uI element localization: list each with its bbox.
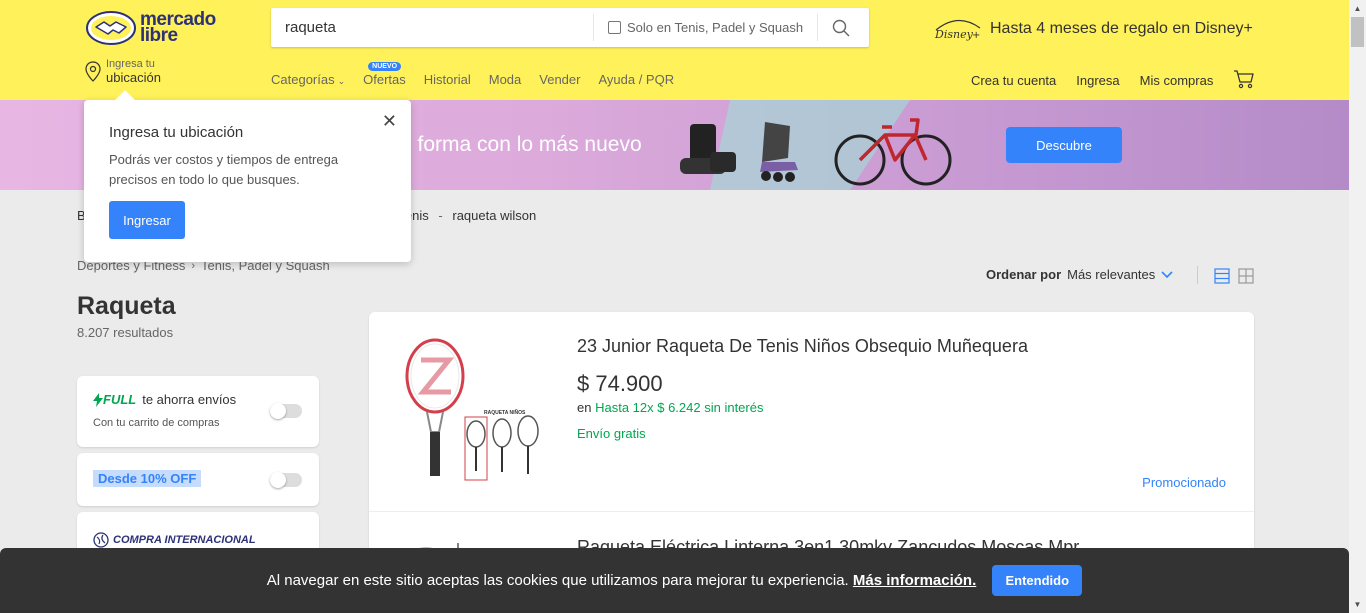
popup-title: Ingresa tu ubicación xyxy=(109,124,244,141)
disney-promo[interactable]: Disney + Hasta 4 meses de regalo en Disn… xyxy=(932,16,1253,42)
svg-text:Disney: Disney xyxy=(934,28,974,41)
discount-toggle[interactable] xyxy=(270,472,302,488)
sort-value: Más relevantes xyxy=(1067,267,1156,282)
full-subtitle: Con tu carrito de compras xyxy=(93,417,220,429)
results-count: 8.207 resultados xyxy=(77,325,174,340)
grid-view-icon[interactable] xyxy=(1238,268,1254,284)
installments-value: Hasta 12x $ 6.242 sin interés xyxy=(595,400,764,415)
purchases-link[interactable]: Mis compras xyxy=(1140,73,1214,88)
location-selector[interactable]: Ingresa tu ubicación xyxy=(84,58,161,86)
list-item[interactable]: RAQUETA NIÑOS 23 Junior Raqueta De Tenis… xyxy=(369,312,1254,512)
fitness-products-image xyxy=(680,100,952,190)
sort-dropdown[interactable]: Ordenar por Más relevantes xyxy=(986,267,1173,282)
nav-ofertas-label: Ofertas xyxy=(363,72,406,87)
full-logo: FULL xyxy=(93,392,136,407)
chevron-down-icon xyxy=(1161,270,1173,278)
discount-filter[interactable]: Desde 10% OFF xyxy=(77,453,319,506)
breadcrumb-separator: - xyxy=(438,208,443,223)
popup-text: Podrás ver costos y tiempos de entrega p… xyxy=(109,152,339,187)
full-row: FULL te ahorra envíos xyxy=(93,392,236,407)
signup-link[interactable]: Crea tu cuenta xyxy=(971,73,1056,88)
logo-text: mercado libre xyxy=(140,10,216,46)
cookie-accept-button[interactable]: Entendido xyxy=(992,565,1083,596)
page-title: Raqueta xyxy=(77,292,176,320)
lightning-icon xyxy=(93,392,103,407)
cookie-more-info-link[interactable]: Más información. xyxy=(853,572,976,589)
installments-prefix: en xyxy=(577,400,592,415)
logo-line2: libre xyxy=(140,25,178,46)
main-nav: Categorías ⌄ NUEVO Ofertas Historial Moda … xyxy=(271,62,692,87)
disney-plus-logo-icon: Disney + xyxy=(934,19,980,41)
chevron-down-icon: ⌄ xyxy=(337,76,346,86)
nav-moda[interactable]: Moda xyxy=(489,72,522,87)
location-small-label: Ingresa tu xyxy=(106,58,155,70)
new-badge: NUEVO xyxy=(368,62,402,71)
related-search-raqueta-wilson[interactable]: raqueta wilson xyxy=(452,208,536,223)
checkbox-icon[interactable] xyxy=(608,21,621,34)
image-caption: RAQUETA NIÑOS xyxy=(484,409,526,416)
nav-vender[interactable]: Vender xyxy=(539,72,580,87)
full-shipping-filter[interactable]: FULL te ahorra envíos Con tu carrito de … xyxy=(77,376,319,447)
full-label: te ahorra envíos xyxy=(142,392,237,407)
item-price: $ 74.900 xyxy=(577,371,663,396)
close-icon[interactable]: ✕ xyxy=(382,111,397,132)
scrollbar-thumb[interactable] xyxy=(1351,17,1364,47)
promoted-label: Promocionado xyxy=(1142,475,1226,490)
login-link[interactable]: Ingresa xyxy=(1076,73,1119,88)
mercadolibre-logo[interactable]: mercado libre xyxy=(86,10,216,46)
scroll-up-arrow-icon[interactable]: ▲ xyxy=(1349,0,1366,17)
header: mercado libre Solo en Tenis, Padel y Squ… xyxy=(0,0,1349,100)
full-brand: FULL xyxy=(103,392,137,407)
nav-historial[interactable]: Historial xyxy=(424,72,471,87)
cart-icon[interactable] xyxy=(1233,69,1255,89)
account-nav: Crea tu cuenta Ingresa Mis compras xyxy=(971,69,1255,89)
location-pin-icon xyxy=(85,61,101,82)
page-scrollbar[interactable]: ▲ ▼ xyxy=(1349,0,1366,613)
popup-ingresar-button[interactable]: Ingresar xyxy=(109,201,185,239)
svg-text:+: + xyxy=(972,30,980,41)
list-view-icon[interactable] xyxy=(1214,268,1230,284)
banner-text: n forma con lo más nuevo xyxy=(400,133,642,156)
cookie-banner: Al navegar en este sitio aceptas las coo… xyxy=(0,548,1349,613)
location-big-label: ubicación xyxy=(106,70,161,85)
cookie-message: Al navegar en este sitio aceptas las coo… xyxy=(266,572,849,589)
disney-promo-text: Hasta 4 meses de regalo en Disney+ xyxy=(990,20,1253,37)
item-shipping: Envío gratis xyxy=(577,426,646,441)
nav-ofertas[interactable]: NUEVO Ofertas xyxy=(363,62,406,87)
scroll-down-arrow-icon[interactable]: ▼ xyxy=(1349,596,1366,613)
product-image[interactable]: RAQUETA NIÑOS xyxy=(401,336,551,486)
nav-categorias-label: Categorías xyxy=(271,72,335,87)
full-toggle[interactable] xyxy=(270,403,302,419)
location-popup: Ingresa tu ubicación Podrás ver costos y… xyxy=(84,100,411,262)
cookie-text: Al navegar en este sitio aceptas las coo… xyxy=(267,572,977,589)
handshake-logo-icon xyxy=(86,11,136,45)
nav-ayuda[interactable]: Ayuda / PQR xyxy=(598,72,674,87)
search-input[interactable] xyxy=(271,8,593,47)
globe-icon xyxy=(93,532,109,548)
item-installments: en Hasta 12x $ 6.242 sin interés xyxy=(577,400,763,415)
item-title[interactable]: 23 Junior Raqueta De Tenis Niños Obsequi… xyxy=(577,336,1028,357)
international-row: COMPRA INTERNACIONAL xyxy=(93,532,256,548)
category-filter-checkbox[interactable]: Solo en Tenis, Padel y Squash xyxy=(594,8,817,47)
location-text: Ingresa tu ubicación xyxy=(106,58,161,86)
search-bar: Solo en Tenis, Padel y Squash xyxy=(271,8,869,47)
category-filter-label: Solo en Tenis, Padel y Squash xyxy=(627,20,804,35)
search-button[interactable] xyxy=(818,8,863,47)
sort-label: Ordenar por xyxy=(986,267,1062,282)
discover-button[interactable]: Descubre xyxy=(1006,127,1122,163)
international-label: COMPRA INTERNACIONAL xyxy=(113,534,256,546)
search-icon xyxy=(832,19,850,36)
discount-label: Desde 10% OFF xyxy=(93,470,202,487)
nav-categorias[interactable]: Categorías ⌄ xyxy=(271,72,345,87)
view-divider xyxy=(1197,266,1198,284)
